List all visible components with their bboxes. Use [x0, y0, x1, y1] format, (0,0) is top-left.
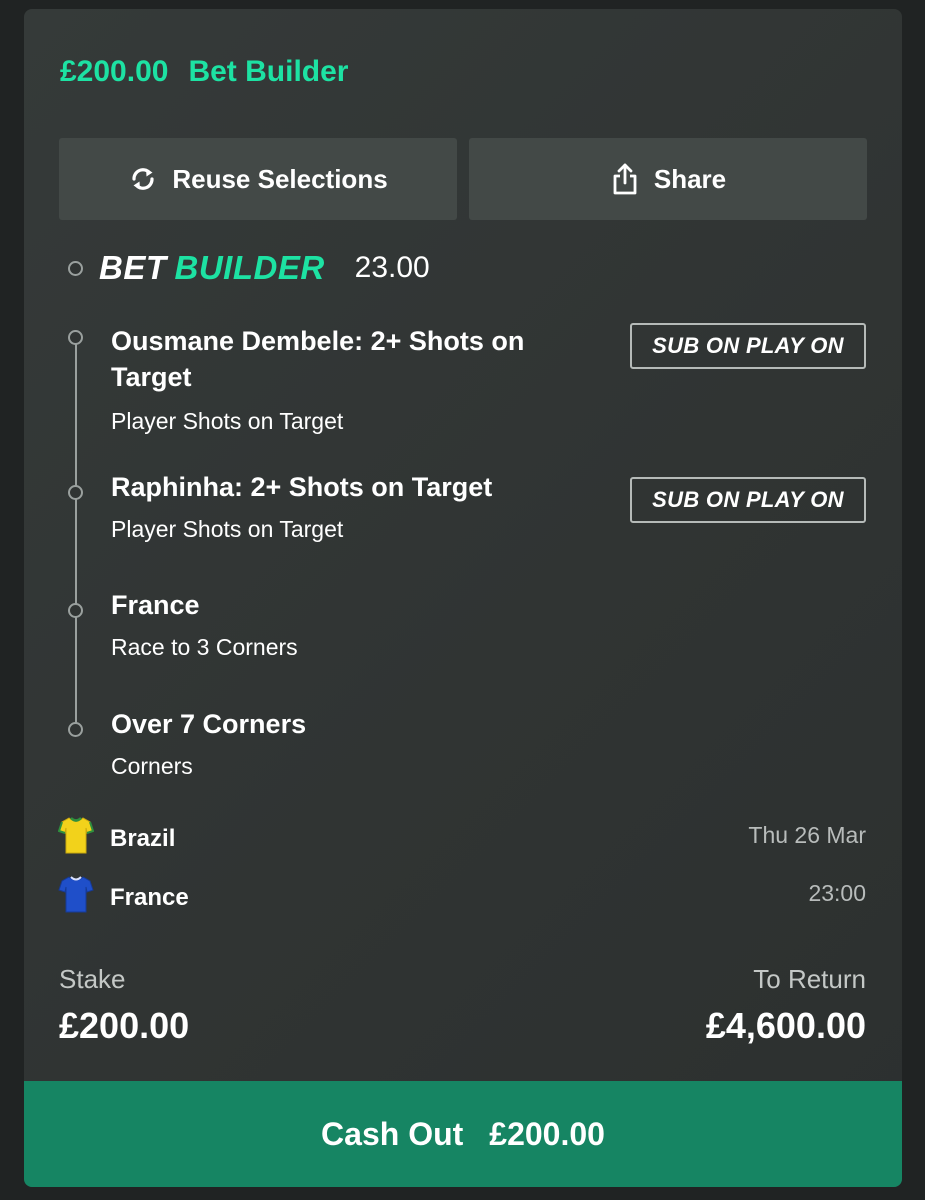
bet-builder-odds: 23.00 — [354, 251, 430, 284]
away-team-name: France — [110, 883, 189, 911]
to-return-label: To Return — [753, 964, 866, 994]
bet-amount: £200.00 — [60, 55, 169, 88]
bet-header: £200.00 Bet Builder — [60, 55, 348, 89]
home-team: Brazil — [57, 815, 176, 862]
away-team: France — [58, 874, 189, 921]
timeline-dot — [68, 603, 83, 618]
sub-on-play-on-badge: SUB ON PLAY ON — [630, 323, 866, 369]
event-time: 23:00 — [808, 880, 866, 906]
timeline-dot — [68, 260, 83, 276]
selection-market: Player Shots on Target — [111, 516, 344, 542]
selection-title: Over 7 Corners — [111, 709, 307, 739]
stake-value: £200.00 — [59, 1005, 190, 1046]
timeline-dot — [68, 722, 83, 737]
timeline-dot — [68, 330, 83, 345]
share-button[interactable]: Share — [469, 138, 867, 220]
cash-out-amount: £200.00 — [489, 1115, 605, 1152]
reuse-selections-label: Reuse Selections — [172, 163, 388, 194]
brazil-kit-icon — [57, 815, 95, 862]
cash-out-button[interactable]: Cash Out £200.00 — [24, 1081, 902, 1187]
timeline-line — [75, 337, 77, 729]
bet-builder-row: BET BUILDER 23.00 — [68, 249, 430, 287]
bet-builder-logo: BET BUILDER — [99, 249, 325, 286]
to-return-value: £4,600.00 — [705, 1005, 866, 1046]
selection-title: Raphinha: 2+ Shots on Target — [111, 472, 493, 502]
bet-type-title: Bet Builder — [188, 55, 349, 88]
cash-out-label: Cash Out — [321, 1115, 464, 1152]
refresh-icon — [128, 164, 158, 194]
reuse-selections-button[interactable]: Reuse Selections — [59, 138, 457, 220]
share-label: Share — [653, 163, 727, 194]
selection-market: Race to 3 Corners — [111, 634, 298, 660]
timeline-dot — [68, 485, 83, 500]
share-icon — [610, 162, 640, 196]
selection-title: France — [111, 590, 200, 620]
selection-title: Ousmane Dembele: 2+ Shots on Target — [111, 326, 525, 392]
selection-market: Player Shots on Target — [111, 408, 344, 434]
home-team-name: Brazil — [110, 824, 176, 852]
france-kit-icon — [58, 874, 94, 921]
sub-on-play-on-badge: SUB ON PLAY ON — [630, 477, 866, 523]
bet-card: £200.00 Bet Builder Reuse Selections Sha… — [24, 9, 902, 1187]
event-date: Thu 26 Mar — [748, 822, 866, 848]
stake-label: Stake — [59, 964, 126, 994]
selection-market: Corners — [111, 753, 193, 779]
